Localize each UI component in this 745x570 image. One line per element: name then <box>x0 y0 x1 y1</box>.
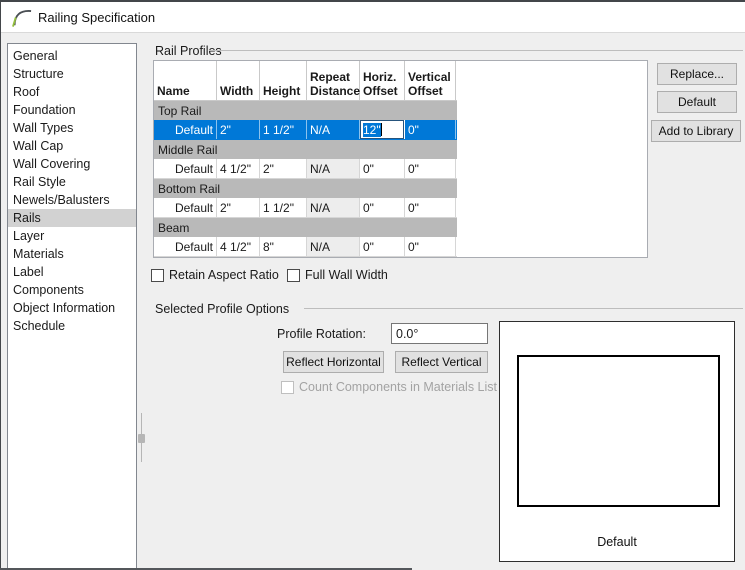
sidebar-item-roof[interactable]: Roof <box>8 83 136 101</box>
column-header-horiz-offset: Horiz. Offset <box>360 61 405 100</box>
retain-aspect-ratio-label: Retain Aspect Ratio <box>169 268 279 282</box>
dialog-top-border <box>0 0 745 2</box>
rail-profiles-caption: Rail Profiles <box>155 44 222 58</box>
cell-width[interactable]: 4 1/2" <box>217 159 260 178</box>
column-header-vertical-offset: Vertical Offset <box>405 61 456 100</box>
category-list: General Structure Roof Foundation Wall T… <box>7 43 137 570</box>
group-row-bottom-rail: Bottom Rail <box>154 179 457 198</box>
sidebar-item-layer[interactable]: Layer <box>8 227 136 245</box>
reflect-horizontal-button[interactable]: Reflect Horizontal <box>283 351 384 373</box>
sidebar-item-wall-covering[interactable]: Wall Covering <box>8 155 136 173</box>
panel-splitter-handle[interactable] <box>138 434 145 443</box>
profile-rotation-label: Profile Rotation: <box>277 327 366 341</box>
cell-vertical-offset[interactable]: 0" <box>405 198 456 217</box>
dialog-titlebar: Railing Specification <box>1 2 745 33</box>
count-components-label: Count Components in Materials List <box>299 380 498 394</box>
group-row-middle-rail: Middle Rail <box>154 140 457 159</box>
table-row-beam-default[interactable]: Default 4 1/2" 8" N/A 0" 0" <box>154 237 457 257</box>
cell-name[interactable]: Default <box>154 159 217 178</box>
sidebar-item-newels-balusters[interactable]: Newels/Balusters <box>8 191 136 209</box>
table-row-top-rail-default[interactable]: Default 2" 1 1/2" N/A 12" 0" <box>154 120 457 140</box>
table-row-middle-rail-default[interactable]: Default 4 1/2" 2" N/A 0" 0" <box>154 159 457 179</box>
table-row-bottom-rail-default[interactable]: Default 2" 1 1/2" N/A 0" 0" <box>154 198 457 218</box>
sidebar-item-object-information[interactable]: Object Information <box>8 299 136 317</box>
profile-preview-shape <box>517 355 720 507</box>
column-header-name: Name <box>154 61 217 100</box>
inline-edit-field[interactable]: 12" <box>360 120 404 139</box>
cell-height[interactable]: 1 1/2" <box>260 120 307 139</box>
replace-button[interactable]: Replace... <box>657 63 737 85</box>
selected-edit-text: 12" <box>363 122 381 137</box>
cell-horiz-offset[interactable]: 0" <box>360 159 405 178</box>
dialog-left-border <box>0 0 1 570</box>
profile-preview-caption: Default <box>597 535 637 549</box>
cell-horiz-offset[interactable]: 0" <box>360 198 405 217</box>
table-header-row: Name Width Height Repeat Distance Horiz.… <box>154 61 457 101</box>
cell-repeat-distance: N/A <box>307 198 360 217</box>
column-header-width: Width <box>217 61 260 100</box>
rail-profiles-table: Name Width Height Repeat Distance Horiz.… <box>153 60 648 258</box>
sidebar-item-components[interactable]: Components <box>8 281 136 299</box>
cell-name[interactable]: Default <box>154 237 217 256</box>
cell-repeat-distance: N/A <box>307 237 360 256</box>
sidebar-item-general[interactable]: General <box>8 47 136 65</box>
sidebar-item-rails[interactable]: Rails <box>8 209 136 227</box>
count-components-checkbox <box>281 381 294 394</box>
add-to-library-button[interactable]: Add to Library <box>651 120 741 142</box>
cell-height[interactable]: 2" <box>260 159 307 178</box>
profile-preview-panel: Default <box>499 321 735 562</box>
cell-repeat-distance: N/A <box>307 120 360 139</box>
sidebar-item-structure[interactable]: Structure <box>8 65 136 83</box>
selected-profile-options-caption: Selected Profile Options <box>155 302 290 316</box>
cell-name[interactable]: Default <box>154 198 217 217</box>
cell-vertical-offset[interactable]: 0" <box>405 159 456 178</box>
cell-name[interactable]: Default <box>154 120 217 139</box>
cell-repeat-distance: N/A <box>307 159 360 178</box>
cell-horiz-offset-editor[interactable]: 12" <box>360 120 405 139</box>
railing-specification-dialog: Railing Specification General Structure … <box>0 0 745 570</box>
selected-profile-options-groupline <box>304 308 743 309</box>
full-wall-width-checkbox[interactable] <box>287 269 300 282</box>
retain-aspect-ratio-checkbox[interactable] <box>151 269 164 282</box>
sidebar-item-label[interactable]: Label <box>8 263 136 281</box>
cell-horiz-offset[interactable]: 0" <box>360 237 405 256</box>
default-button[interactable]: Default <box>657 91 737 113</box>
dialog-title: Railing Specification <box>38 9 156 25</box>
cell-vertical-offset[interactable]: 0" <box>405 237 456 256</box>
column-header-height: Height <box>260 61 307 100</box>
railing-arc-icon <box>12 10 32 27</box>
sidebar-item-foundation[interactable]: Foundation <box>8 101 136 119</box>
sidebar-item-rail-style[interactable]: Rail Style <box>8 173 136 191</box>
cell-width[interactable]: 2" <box>217 198 260 217</box>
group-row-top-rail: Top Rail <box>154 101 457 120</box>
profile-rotation-input[interactable]: 0.0° <box>391 323 488 344</box>
rail-profiles-groupline <box>209 50 743 51</box>
cell-width[interactable]: 2" <box>217 120 260 139</box>
cell-height[interactable]: 1 1/2" <box>260 198 307 217</box>
column-header-repeat-distance: Repeat Distance <box>307 61 360 100</box>
cell-height[interactable]: 8" <box>260 237 307 256</box>
sidebar-item-materials[interactable]: Materials <box>8 245 136 263</box>
sidebar-item-schedule[interactable]: Schedule <box>8 317 136 335</box>
group-row-beam: Beam <box>154 218 457 237</box>
full-wall-width-label: Full Wall Width <box>305 268 388 282</box>
reflect-vertical-button[interactable]: Reflect Vertical <box>395 351 488 373</box>
sidebar-item-wall-cap[interactable]: Wall Cap <box>8 137 136 155</box>
cell-width[interactable]: 4 1/2" <box>217 237 260 256</box>
sidebar-item-wall-types[interactable]: Wall Types <box>8 119 136 137</box>
text-caret <box>380 123 382 136</box>
cell-vertical-offset[interactable]: 0" <box>405 120 456 139</box>
